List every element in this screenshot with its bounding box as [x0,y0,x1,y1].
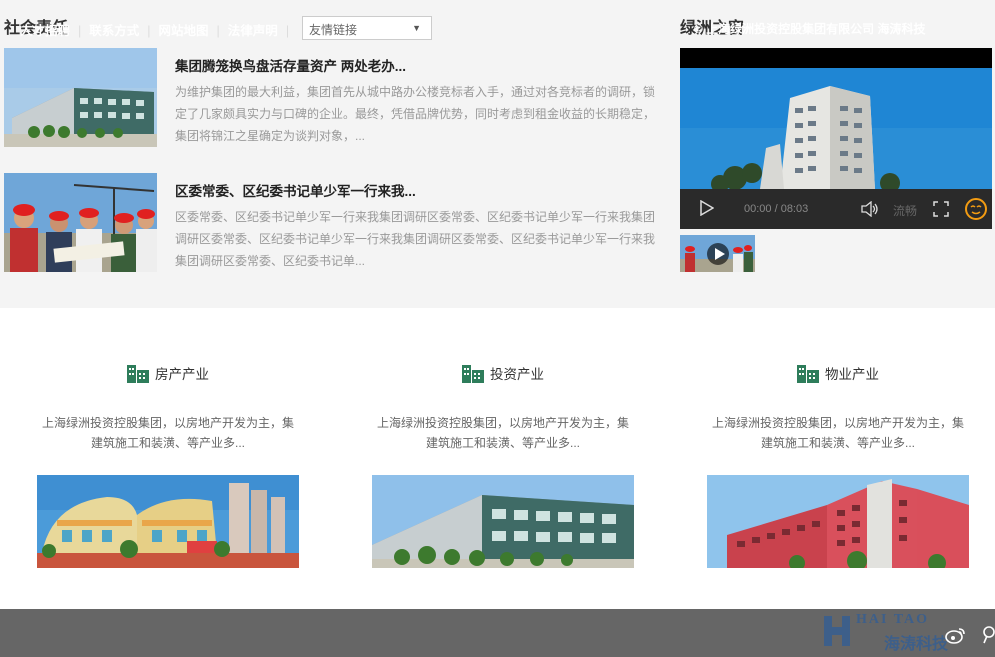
play-icon[interactable] [700,199,715,219]
video-time: 00:00 / 08:03 [744,203,809,215]
watermark-logo: HAI TAO 海涛科技 [822,612,962,653]
dropdown-arrow-icon: ▼ [412,23,421,33]
footer-link-legal[interactable]: 法律声明 [228,24,278,38]
video-frame[interactable] [680,68,992,193]
industry-image-factory[interactable] [372,475,634,568]
select-value: 友情链接 [309,23,358,37]
volume-icon[interactable] [861,200,879,220]
video-thumbnail[interactable] [680,235,755,272]
copyright-text: © 上海绿洲投资控股集团有限公司 [694,22,875,36]
watermark-text-cn: 海涛科技 [884,636,949,653]
news-summary: 为维护集团的最大利益，集团首先从城中路办公楼竞标者入手，通过对各竞标者的调研，锁… [175,85,656,143]
friendly-links-select[interactable]: 友情链接 ▼ [302,16,432,40]
building-icon [127,365,149,386]
industry-description: 上海绿洲投资控股集团，以房地产开发为主，集建筑施工和装潢、等产业多... [711,416,964,450]
separator: | [78,24,82,38]
news-title[interactable]: 集团腾笼换鸟盘活存量资产 两处老办... [175,55,406,75]
industry-header[interactable]: 物业产业 [707,363,969,386]
industry-header[interactable]: 房产产业 [37,363,299,386]
industry-description: 上海绿洲投资控股集团，以房地产开发为主，集建筑施工和装潢、等产业多... [376,416,629,450]
industry-header[interactable]: 投资产业 [372,363,634,386]
copyright: © 上海绿洲投资控股集团有限公司 海涛科技 [694,20,926,37]
industry-image-apartments[interactable] [707,475,969,568]
credit-link[interactable]: 海涛科技 [878,22,926,36]
news-title[interactable]: 区委常委、区纪委书记单少军一行来我... [175,180,416,200]
share-icon[interactable] [982,626,995,647]
separator: | [147,24,151,38]
footer-links: 人才招聘 | 联系方式 | 网站地图 | 法律声明 | [20,20,297,39]
separator: | [285,24,290,38]
news-thumbnail-factory[interactable] [4,48,157,147]
video-controls: 00:00 / 08:03 流畅 [680,189,992,229]
news-thumbnail-workers[interactable] [4,173,157,272]
weibo-icon[interactable] [945,626,967,649]
news-summary: 区委常委、区纪委书记单少军一行来我集团调研区委常委、区纪委书记单少军一行来我集团… [175,210,656,268]
footer-link-contact[interactable]: 联系方式 [89,24,139,38]
building-icon [797,365,819,386]
video-player[interactable]: 00:00 / 08:03 流畅 [680,48,992,229]
industry-title[interactable]: 投资产业 [490,367,544,382]
news-item[interactable]: 区委常委、区纪委书记单少军一行来我... 区委常委、区纪委书记单少军一行来我集团… [4,173,659,273]
industry-title[interactable]: 物业产业 [825,367,879,382]
footer-link-sitemap[interactable]: 网站地图 [159,24,209,38]
footer-link-careers[interactable]: 人才招聘 [20,24,70,38]
news-item[interactable]: 集团腾笼换鸟盘活存量资产 两处老办... 为维护集团的最大利益，集团首先从城中路… [4,48,659,148]
industry-image-kindergarten[interactable] [37,475,299,568]
quality-selector[interactable]: 流畅 [893,202,917,219]
industry-description: 上海绿洲投资控股集团，以房地产开发为主，集建筑施工和装潢、等产业多... [41,416,294,450]
building-icon [462,365,484,386]
separator: | [216,24,220,38]
fullscreen-icon[interactable] [933,201,949,220]
industry-title[interactable]: 房产产业 [155,367,209,382]
player-logo-icon [964,197,988,224]
watermark-text-en: HAI TAO [856,612,929,627]
